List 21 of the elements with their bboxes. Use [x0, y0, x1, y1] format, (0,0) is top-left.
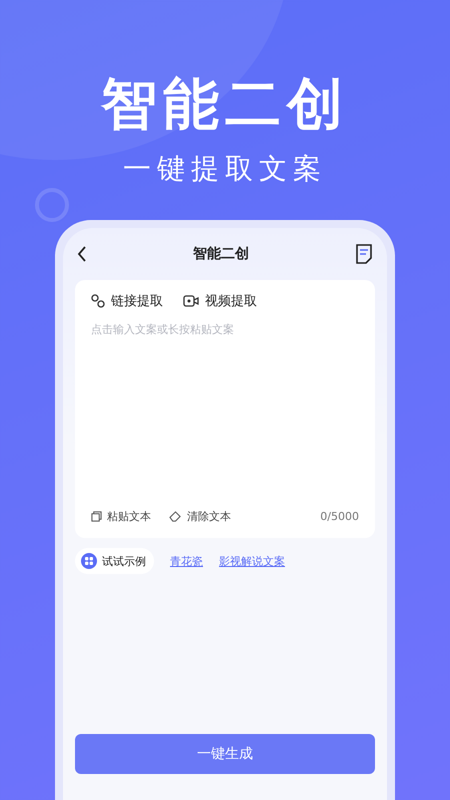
text-action-button[interactable]: 粘贴文本 [91, 509, 151, 524]
copy-icon [91, 511, 102, 522]
source-tab[interactable]: 链接提取 [91, 292, 163, 310]
screen-title: 智能二创 [193, 245, 249, 263]
character-counter: 0/5000 [320, 510, 359, 523]
example-link[interactable]: 影视解说文案 [219, 554, 285, 568]
eraser-icon [169, 511, 182, 522]
text-input-field[interactable]: 链接提取 视频提取 点击输入文案或长按粘贴文案 粘贴文本 清除文本 0/5000 [75, 280, 375, 538]
link-icon [91, 294, 105, 308]
grid-icon [81, 553, 97, 569]
text-action-button[interactable]: 清除文本 [169, 509, 231, 524]
document-icon[interactable] [355, 244, 373, 264]
hero-title: 智能二创 [101, 72, 349, 138]
generate-button[interactable]: 一键生成 [75, 734, 375, 774]
source-tab[interactable]: 视频提取 [183, 292, 257, 310]
example-link[interactable]: 青花瓷 [170, 554, 203, 568]
ring-decoration [35, 188, 69, 222]
try-examples-button[interactable]: 试试示例 [75, 548, 154, 574]
hero-subtitle: 一键提取文案 [122, 151, 328, 187]
video-icon [183, 295, 199, 307]
back-icon[interactable] [77, 246, 87, 262]
